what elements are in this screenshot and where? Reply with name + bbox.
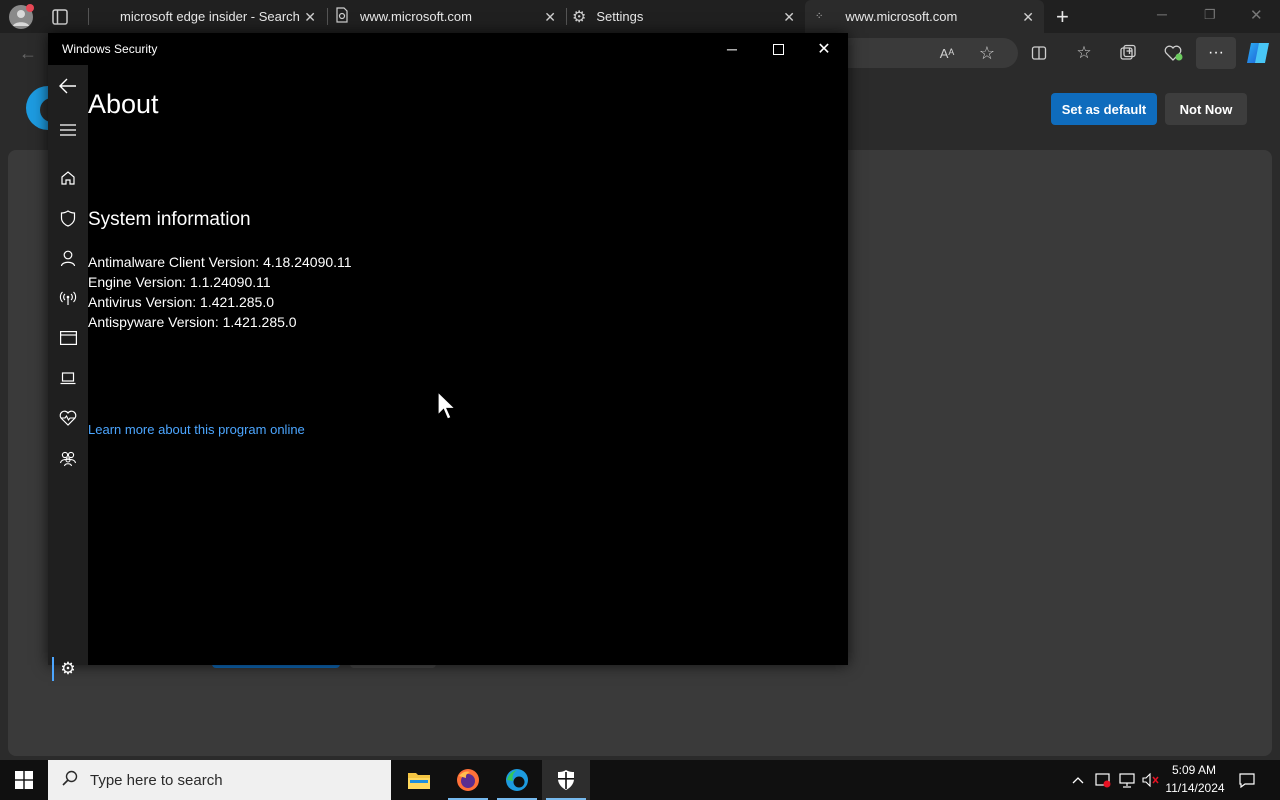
tab-microsoft-1[interactable]: www.microsoft.com ✕	[330, 0, 566, 33]
home-icon[interactable]	[48, 160, 88, 196]
tab-title: www.microsoft.com	[360, 9, 472, 24]
windows-security-window: Windows Security ─ ✕ ⚙ About System info…	[48, 33, 848, 681]
collections-icon[interactable]	[1115, 40, 1141, 66]
section-title: System information	[88, 209, 251, 230]
page-icon	[334, 7, 350, 26]
close-tab-icon[interactable]: ✕	[544, 9, 556, 26]
minimize-icon[interactable]: ─	[709, 33, 755, 65]
engine-version: Engine Version: 1.1.24090.11	[88, 274, 271, 290]
profile-avatar[interactable]	[9, 4, 34, 29]
tab-edge-insider-search[interactable]: microsoft edge insider - Search ✕	[96, 0, 326, 33]
windows-security-icon[interactable]	[542, 760, 590, 800]
app-browser-icon[interactable]	[48, 320, 88, 356]
restore-icon[interactable]: ❐	[1204, 7, 1216, 23]
new-tab-button[interactable]: +	[1056, 4, 1069, 30]
read-aloud-icon[interactable]: Aᴬ	[934, 40, 960, 66]
volume-muted-icon[interactable]	[1140, 760, 1162, 800]
search-icon	[62, 770, 78, 791]
edge-icon[interactable]	[493, 760, 541, 800]
security-main-content: About System information Antimalware Cli…	[88, 65, 848, 665]
start-windows-icon[interactable]	[0, 760, 48, 800]
firefox-icon[interactable]	[444, 760, 492, 800]
shield-icon[interactable]	[48, 200, 88, 236]
mouse-cursor-icon	[437, 390, 457, 426]
back-arrow-icon[interactable]: ←	[15, 40, 41, 66]
heart-icon[interactable]	[48, 400, 88, 436]
loading-icon: ⁘	[815, 11, 824, 22]
show-hidden-icons-chevron-icon[interactable]	[1068, 760, 1088, 800]
minimize-icon[interactable]: ─	[1157, 6, 1167, 22]
clock-time[interactable]: 5:09 AM	[1166, 763, 1222, 777]
antimalware-version: Antimalware Client Version: 4.18.24090.1…	[88, 254, 352, 270]
wireless-icon[interactable]	[48, 280, 88, 316]
person-icon[interactable]	[48, 240, 88, 276]
close-tab-icon[interactable]: ✕	[783, 9, 795, 26]
gear-icon: ⚙	[572, 8, 587, 26]
tab-actions-icon[interactable]	[51, 8, 69, 26]
split-screen-icon[interactable]	[1026, 40, 1052, 66]
file-explorer-icon[interactable]	[395, 760, 443, 800]
search-placeholder: Type here to search	[90, 771, 223, 789]
maximize-icon[interactable]	[755, 33, 801, 65]
tab-settings[interactable]: ⚙ Settings ✕	[569, 0, 805, 33]
close-tab-icon[interactable]: ✕	[1022, 9, 1034, 26]
close-icon[interactable]: ✕	[801, 33, 847, 65]
taskbar-search-box[interactable]: Type here to search	[48, 760, 391, 800]
not-now-button[interactable]: Not Now	[1165, 93, 1247, 125]
close-window-icon[interactable]: ✕	[1250, 6, 1263, 24]
tab-title: www.microsoft.com	[845, 9, 958, 24]
window-title-bar: Windows Security ─ ✕	[48, 33, 848, 65]
page-title: About	[88, 89, 159, 119]
window-title: Windows Security	[62, 42, 158, 56]
copilot-icon[interactable]	[1245, 41, 1271, 65]
set-as-default-button[interactable]: Set as default	[1051, 93, 1157, 125]
hamburger-icon[interactable]	[48, 112, 88, 148]
browser-essentials-icon[interactable]	[1160, 40, 1186, 66]
more-options-button[interactable]: ···	[1196, 37, 1236, 69]
clock-date[interactable]: 11/14/2024	[1163, 781, 1227, 795]
tab-title: microsoft edge insider - Search	[120, 9, 300, 24]
security-nav-rail: ⚙	[48, 65, 88, 681]
antivirus-version: Antivirus Version: 1.421.285.0	[88, 294, 275, 310]
favorites-icon[interactable]: ☆	[1071, 40, 1097, 66]
network-icon[interactable]	[1116, 760, 1138, 800]
laptop-icon[interactable]	[48, 360, 88, 396]
antispyware-version: Antispyware Version: 1.421.285.0	[88, 314, 297, 330]
family-icon[interactable]	[48, 440, 88, 476]
favorite-star-icon[interactable]: ☆	[974, 40, 1000, 66]
back-icon[interactable]	[48, 68, 88, 104]
settings-icon[interactable]: ⚙	[48, 651, 88, 687]
close-tab-icon[interactable]: ✕	[304, 9, 316, 26]
tab-microsoft-active[interactable]: ⁘ www.microsoft.com ✕	[805, 0, 1044, 33]
learn-more-link[interactable]: Learn more about this program online	[88, 422, 305, 437]
browser-tab-bar: microsoft edge insider - Search ✕ www.mi…	[0, 0, 1280, 33]
action-center-icon[interactable]	[1236, 760, 1258, 800]
security-tray-icon[interactable]	[1092, 760, 1114, 800]
tab-title: Settings	[596, 9, 644, 24]
windows-taskbar: Type here to search 5:09 AM 11/14/2024	[0, 760, 1280, 800]
